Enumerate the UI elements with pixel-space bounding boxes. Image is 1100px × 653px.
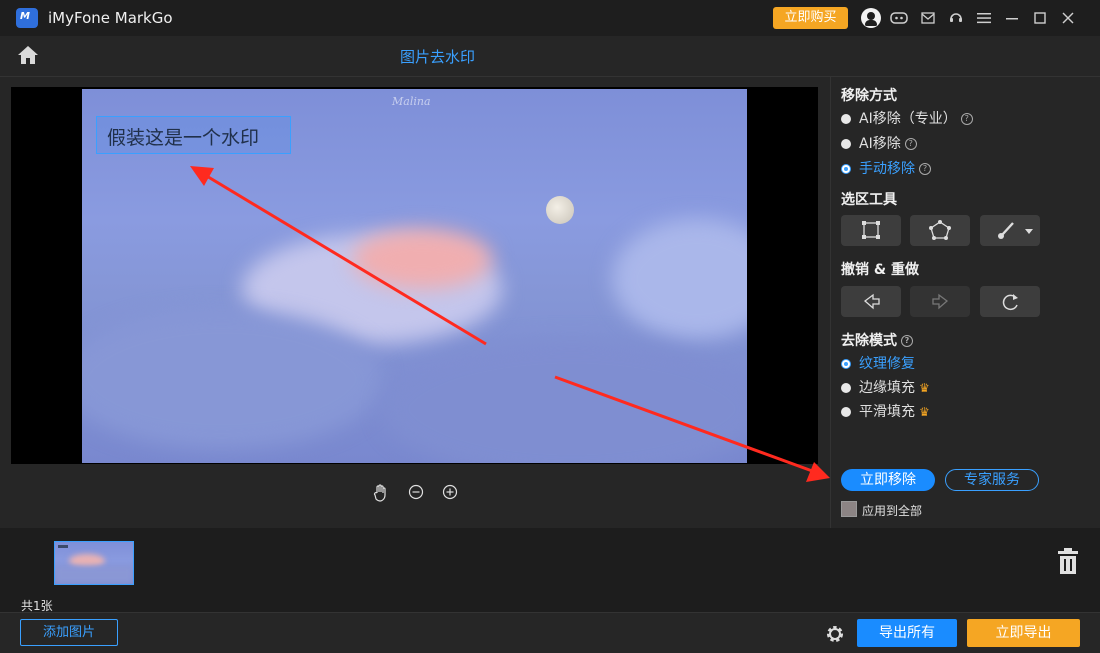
arrow-to-remove-button [554,375,816,474]
radio-icon-selected[interactable] [841,359,851,369]
trash-icon[interactable] [1058,548,1078,574]
arrow-to-watermark [204,173,487,346]
radio-icon[interactable] [841,407,851,417]
remove-method-title: 移除方式 [841,88,897,104]
radio-label: 纹理修复 [859,356,915,372]
radio-ai-remove[interactable]: AI移除? [841,133,917,153]
crown-icon: ♛ [919,405,930,419]
apply-all-checkbox[interactable] [841,501,857,517]
rect-select-button[interactable] [841,215,901,246]
radio-label: 边缘填充 [859,380,915,396]
help-icon[interactable]: ? [901,335,913,347]
arrow-to-remove-button-head [806,462,830,482]
radio-manual-remove[interactable]: 手动移除? [841,158,931,178]
help-icon[interactable]: ? [919,163,931,175]
expert-service-button[interactable]: 专家服务 [945,469,1039,491]
radio-icon[interactable] [841,383,851,393]
image-thumbnail[interactable] [54,541,134,585]
radio-edge-fill[interactable]: 边缘填充 ♛ [841,377,930,397]
radio-label: AI移除 [859,136,901,152]
brush-tool-button[interactable] [980,215,1040,246]
undo-redo-title: 撤销 & 重做 [841,262,919,278]
undo-icon [863,293,880,310]
hand-tool-icon[interactable] [372,484,390,502]
radio-smooth-fill[interactable]: 平滑填充 ♛ [841,401,930,421]
radio-icon[interactable] [841,139,851,149]
zoom-in-icon[interactable] [441,484,459,502]
removal-mode-title-text: 去除模式 [841,333,897,349]
help-icon[interactable]: ? [904,138,917,150]
crown-icon: ♛ [919,381,930,395]
polygon-select-button[interactable] [910,215,970,246]
radio-label: 平滑填充 [859,404,915,420]
undo-button[interactable] [841,286,901,317]
export-all-button[interactable]: 导出所有 [857,619,957,647]
apply-all-label: 应用到全部 [862,504,923,518]
reset-button[interactable] [980,286,1040,317]
redo-icon [932,293,949,310]
radio-texture-repair[interactable]: 纹理修复 [841,353,915,373]
help-icon[interactable]: ? [960,113,973,125]
radio-icon-selected[interactable] [841,164,851,174]
rect-select-icon [862,221,880,239]
add-image-button[interactable]: 添加图片 [20,619,118,646]
remove-now-button[interactable]: 立即移除 [841,469,935,491]
radio-ai-remove-pro[interactable]: AI移除（专业）? [841,108,973,128]
select-tool-title: 选区工具 [841,192,897,208]
bottom-bar: 添加图片 导出所有 立即导出 [0,612,1100,653]
gear-icon[interactable] [824,623,846,645]
export-now-button[interactable]: 立即导出 [967,619,1080,647]
radio-icon[interactable] [841,114,851,124]
arrow-to-watermark-head [190,166,214,186]
settings-panel: 移除方式 AI移除（专业）? AI移除? 手动移除? 选区工具 撤销 & 重做 … [830,76,1100,528]
removal-mode-title: 去除模式? [841,330,913,350]
redo-button[interactable] [910,286,970,317]
radio-label: 手动移除 [859,161,915,177]
zoom-out-icon[interactable] [407,484,425,502]
polygon-select-icon [929,220,951,240]
thumbnail-strip: 共1张 [0,528,1100,613]
brush-icon [998,222,1033,239]
refresh-icon [1002,294,1018,311]
radio-label: AI移除（专业） [859,111,957,127]
